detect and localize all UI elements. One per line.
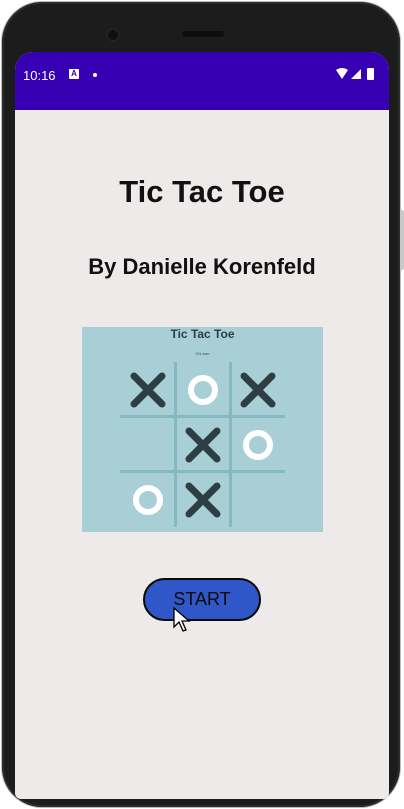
status-icons xyxy=(336,68,374,80)
board-cell xyxy=(120,472,175,527)
mouse-pointer-icon xyxy=(173,607,191,632)
x-mark-icon xyxy=(185,427,220,462)
app-title: Tic Tac Toe xyxy=(119,174,285,209)
board-cell xyxy=(230,417,285,472)
board-cell xyxy=(120,417,175,472)
signal-icon xyxy=(351,69,361,79)
preview-board xyxy=(120,362,285,527)
notification-a-icon: A xyxy=(69,69,79,79)
board-cell xyxy=(230,472,285,527)
preview-turn-text: O's turn xyxy=(195,351,210,356)
board-cell xyxy=(175,417,230,472)
preview-title: Tic Tac Toe xyxy=(170,327,235,341)
board-cell xyxy=(175,472,230,527)
board-cell xyxy=(120,362,175,417)
battery-icon xyxy=(367,68,374,80)
notification-dot-icon xyxy=(93,73,97,77)
board-cell xyxy=(230,362,285,417)
x-mark-icon xyxy=(240,372,275,407)
app-screen: 10:16 A Tic Tac Toe By Danielle Korenfel… xyxy=(15,52,389,799)
wifi-icon xyxy=(336,68,348,79)
status-bar: 10:16 A xyxy=(15,52,389,110)
o-mark-icon xyxy=(242,429,273,460)
board-cell xyxy=(175,362,230,417)
o-mark-icon xyxy=(187,374,218,405)
phone-frame: 10:16 A Tic Tac Toe By Danielle Korenfel… xyxy=(0,0,404,809)
start-button[interactable]: START xyxy=(143,578,261,621)
front-camera xyxy=(106,28,120,42)
x-mark-icon xyxy=(185,482,220,517)
author-subtitle: By Danielle Korenfeld xyxy=(88,254,316,279)
status-time: 10:16 xyxy=(23,68,56,83)
power-button xyxy=(400,210,404,270)
game-preview-image: Tic Tac Toe O's turn xyxy=(82,327,323,532)
x-mark-icon xyxy=(130,372,165,407)
o-mark-icon xyxy=(132,484,163,515)
earpiece-speaker xyxy=(182,31,224,37)
